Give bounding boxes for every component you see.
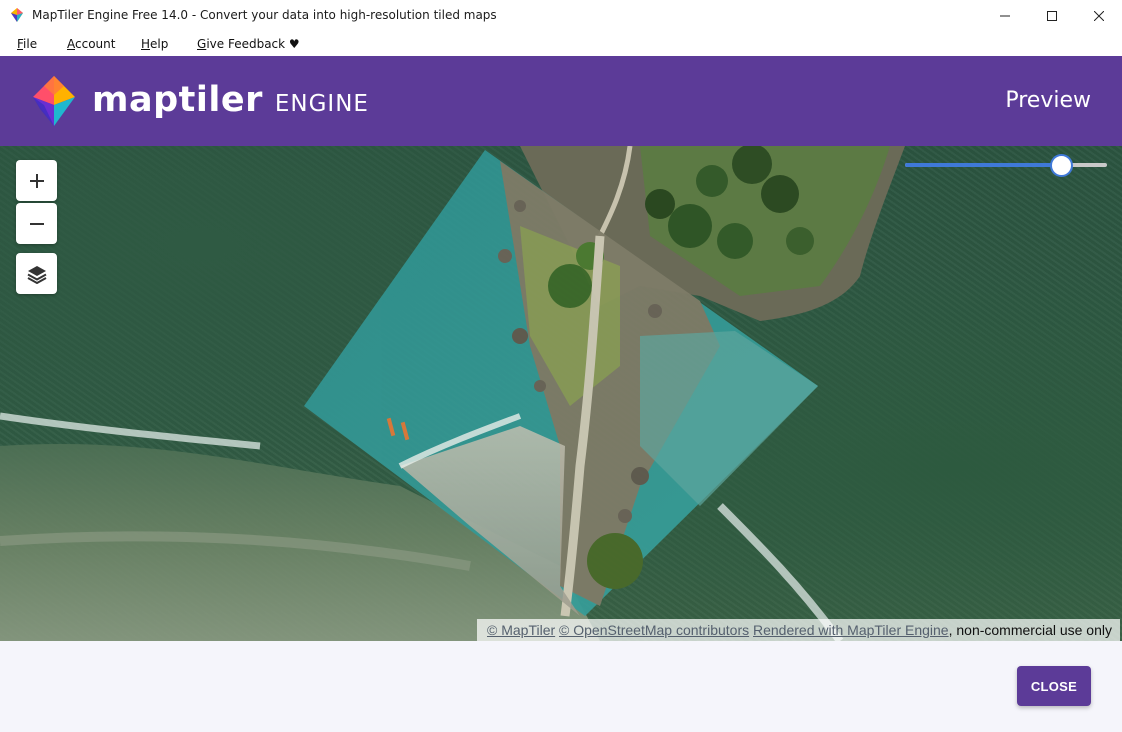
maptiler-logo-icon <box>33 76 75 126</box>
window-title: MapTiler Engine Free 14.0 - Convert your… <box>32 8 497 22</box>
zoom-out-button[interactable] <box>16 203 57 244</box>
window-titlebar: MapTiler Engine Free 14.0 - Convert your… <box>0 0 1122 31</box>
zoom-in-button[interactable] <box>16 160 57 201</box>
close-window-button[interactable] <box>1075 0 1122 31</box>
map-attribution: © MapTiler © OpenStreetMap contributors … <box>477 619 1120 641</box>
layers-icon <box>27 265 46 284</box>
maximize-icon <box>1046 10 1057 21</box>
maximize-button[interactable] <box>1028 0 1075 31</box>
map-imagery <box>0 146 905 641</box>
attribution-osm-link[interactable]: © OpenStreetMap contributors <box>559 622 749 638</box>
plus-icon <box>29 173 44 188</box>
close-button[interactable]: CLOSE <box>1017 666 1091 706</box>
page-title: Preview <box>1005 88 1091 113</box>
menu-file[interactable]: File <box>17 37 37 51</box>
layers-button[interactable] <box>16 253 57 294</box>
menu-bar: File Account Help Give Feedback ♥ <box>0 31 1122 56</box>
slider-thumb[interactable] <box>1050 154 1073 177</box>
menu-help[interactable]: Help <box>141 37 168 51</box>
brand-name: maptiler <box>92 80 263 120</box>
attribution-maptiler-link[interactable]: © MapTiler <box>487 622 555 638</box>
minimize-button[interactable] <box>981 0 1028 31</box>
close-icon <box>1093 10 1104 21</box>
app-header: maptiler ENGINE Preview <box>0 56 1122 146</box>
minus-icon <box>29 222 44 225</box>
slider-fill <box>905 163 1061 167</box>
map-viewport[interactable]: © MapTiler © OpenStreetMap contributors … <box>0 146 1122 641</box>
brand-wordmark: maptiler ENGINE <box>92 80 369 120</box>
opacity-slider[interactable] <box>905 154 1107 177</box>
menu-give-feedback[interactable]: Give Feedback ♥ <box>197 37 300 51</box>
maptiler-app-icon <box>11 8 23 22</box>
attribution-rendered-link[interactable]: Rendered with MapTiler Engine <box>753 622 949 638</box>
brand-product: ENGINE <box>274 91 369 117</box>
footer-bar: CLOSE <box>0 641 1122 732</box>
window-controls <box>981 0 1122 31</box>
attribution-license-text: , non-commercial use only <box>948 622 1112 638</box>
menu-account[interactable]: Account <box>67 37 115 51</box>
minimize-icon <box>999 15 1010 16</box>
